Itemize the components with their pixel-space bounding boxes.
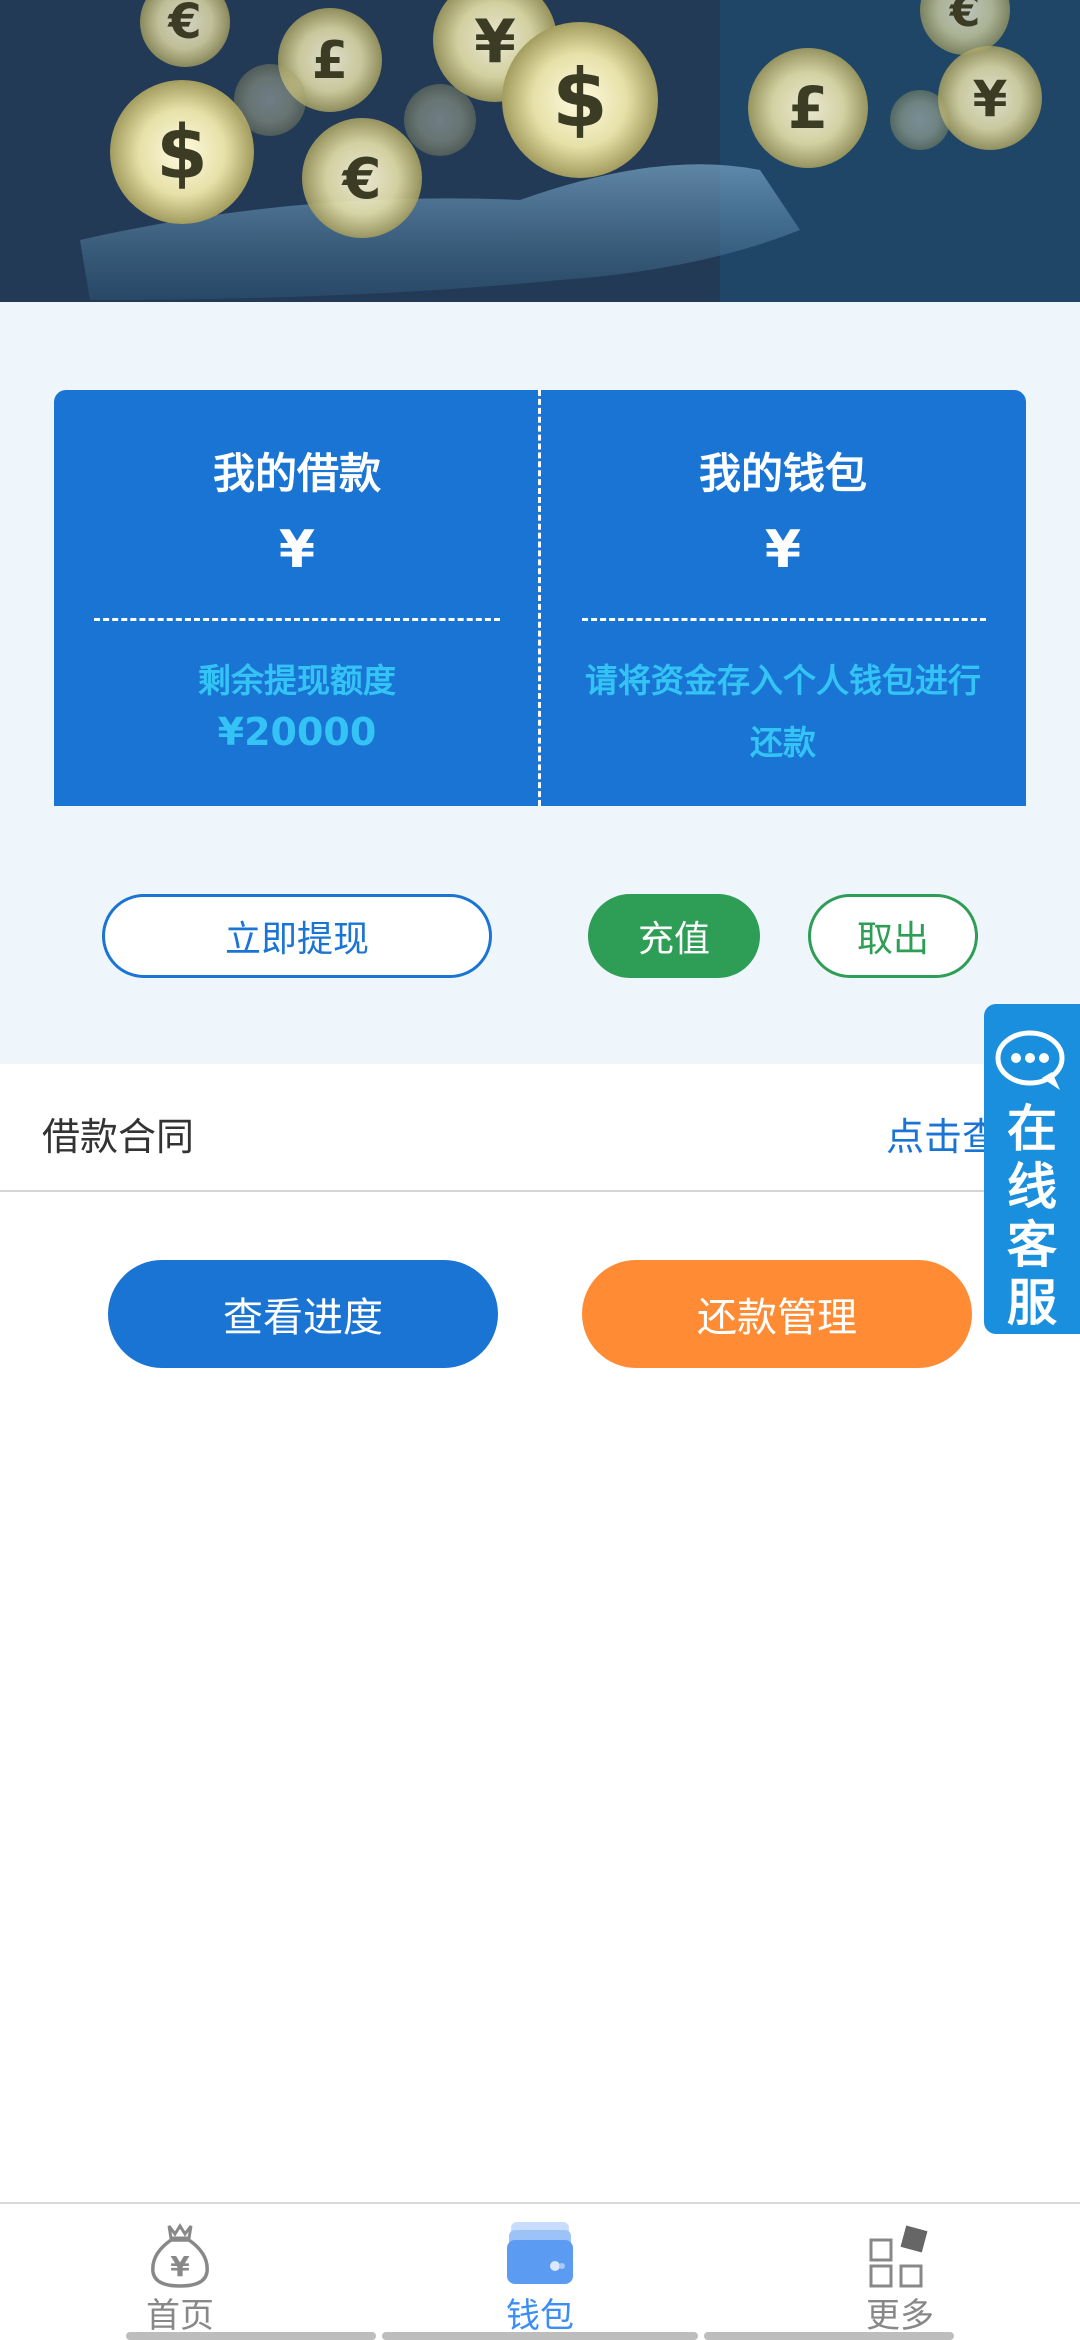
wallet-hint: 请将资金存入个人钱包进行还款 bbox=[585, 661, 981, 762]
svg-text:€: € bbox=[341, 147, 382, 212]
remaining-quota-label: 剩余提现额度 bbox=[198, 661, 396, 700]
tab-wallet[interactable]: 钱包 bbox=[360, 2204, 720, 2340]
svg-text:€: € bbox=[949, 0, 981, 37]
currency-illustration: € £ ¥ $ $ € £ ¥ € bbox=[0, 0, 1080, 302]
wallet-title: 我的钱包 bbox=[698, 449, 867, 498]
chat-bubble-icon bbox=[995, 1030, 1065, 1090]
tab-wallet-label: 钱包 bbox=[506, 2296, 574, 2336]
recharge-button[interactable]: 充值 bbox=[588, 894, 760, 978]
wallet-page: € £ ¥ $ $ € £ ¥ € 我的借款 ¥ 剩余提现额度 ¥20000 我… bbox=[0, 0, 1080, 2340]
loan-divider bbox=[94, 618, 500, 621]
remaining-quota-value: ¥20000 bbox=[217, 710, 377, 754]
balance-card: 我的借款 ¥ 剩余提现额度 ¥20000 我的钱包 ¥ 请将资金存入个人钱包进行… bbox=[54, 390, 1026, 806]
loan-title: 我的借款 bbox=[212, 449, 381, 498]
home-indicator-right bbox=[704, 2332, 954, 2340]
wallet-divider bbox=[582, 618, 986, 621]
loan-contract-row[interactable]: 借款合同 点击查 bbox=[0, 1064, 1080, 1192]
take-out-button[interactable]: 取出 bbox=[808, 894, 978, 978]
withdraw-button[interactable]: 立即提现 bbox=[102, 894, 492, 978]
tab-more[interactable]: 更多 bbox=[720, 2204, 1080, 2340]
grid-icon bbox=[869, 2225, 928, 2288]
loan-column: 我的借款 ¥ 剩余提现额度 ¥20000 bbox=[54, 390, 540, 806]
tab-home-label: 首页 bbox=[146, 2296, 214, 2336]
svg-text:¥: ¥ bbox=[170, 2250, 190, 2283]
hero-banner: € £ ¥ $ $ € £ ¥ € bbox=[0, 0, 1080, 302]
tab-more-label: 更多 bbox=[866, 2296, 934, 2336]
wallet-amount: ¥ bbox=[764, 520, 802, 580]
home-indicator-center bbox=[382, 2332, 698, 2340]
money-bag-icon: ¥ bbox=[151, 2223, 209, 2288]
svg-text:$: $ bbox=[156, 110, 208, 196]
svg-text:¥: ¥ bbox=[973, 70, 1008, 128]
view-contract-link[interactable]: 点击查 bbox=[886, 1106, 1000, 1161]
bottom-tab-bar: ¥ 首页 钱包 更多 bbox=[0, 2202, 1080, 2340]
svg-text:$: $ bbox=[552, 52, 608, 145]
home-indicator-left bbox=[126, 2332, 376, 2340]
wallet-column: 我的钱包 ¥ 请将资金存入个人钱包进行还款 bbox=[540, 390, 1026, 806]
tab-home[interactable]: ¥ 首页 bbox=[0, 2204, 360, 2340]
online-service-button[interactable]: 在线客服 bbox=[984, 1004, 1080, 1334]
svg-text:£: £ bbox=[788, 74, 828, 142]
online-service-label: 在线客服 bbox=[1007, 1100, 1057, 1332]
loan-amount: ¥ bbox=[278, 520, 316, 580]
loan-contract-label: 借款合同 bbox=[42, 1115, 195, 1159]
wallet-icon bbox=[507, 2222, 573, 2284]
view-progress-button[interactable]: 查看进度 bbox=[108, 1260, 498, 1368]
svg-text:£: £ bbox=[312, 31, 348, 91]
svg-text:€: € bbox=[167, 0, 201, 50]
repayment-management-button[interactable]: 还款管理 bbox=[582, 1260, 972, 1368]
